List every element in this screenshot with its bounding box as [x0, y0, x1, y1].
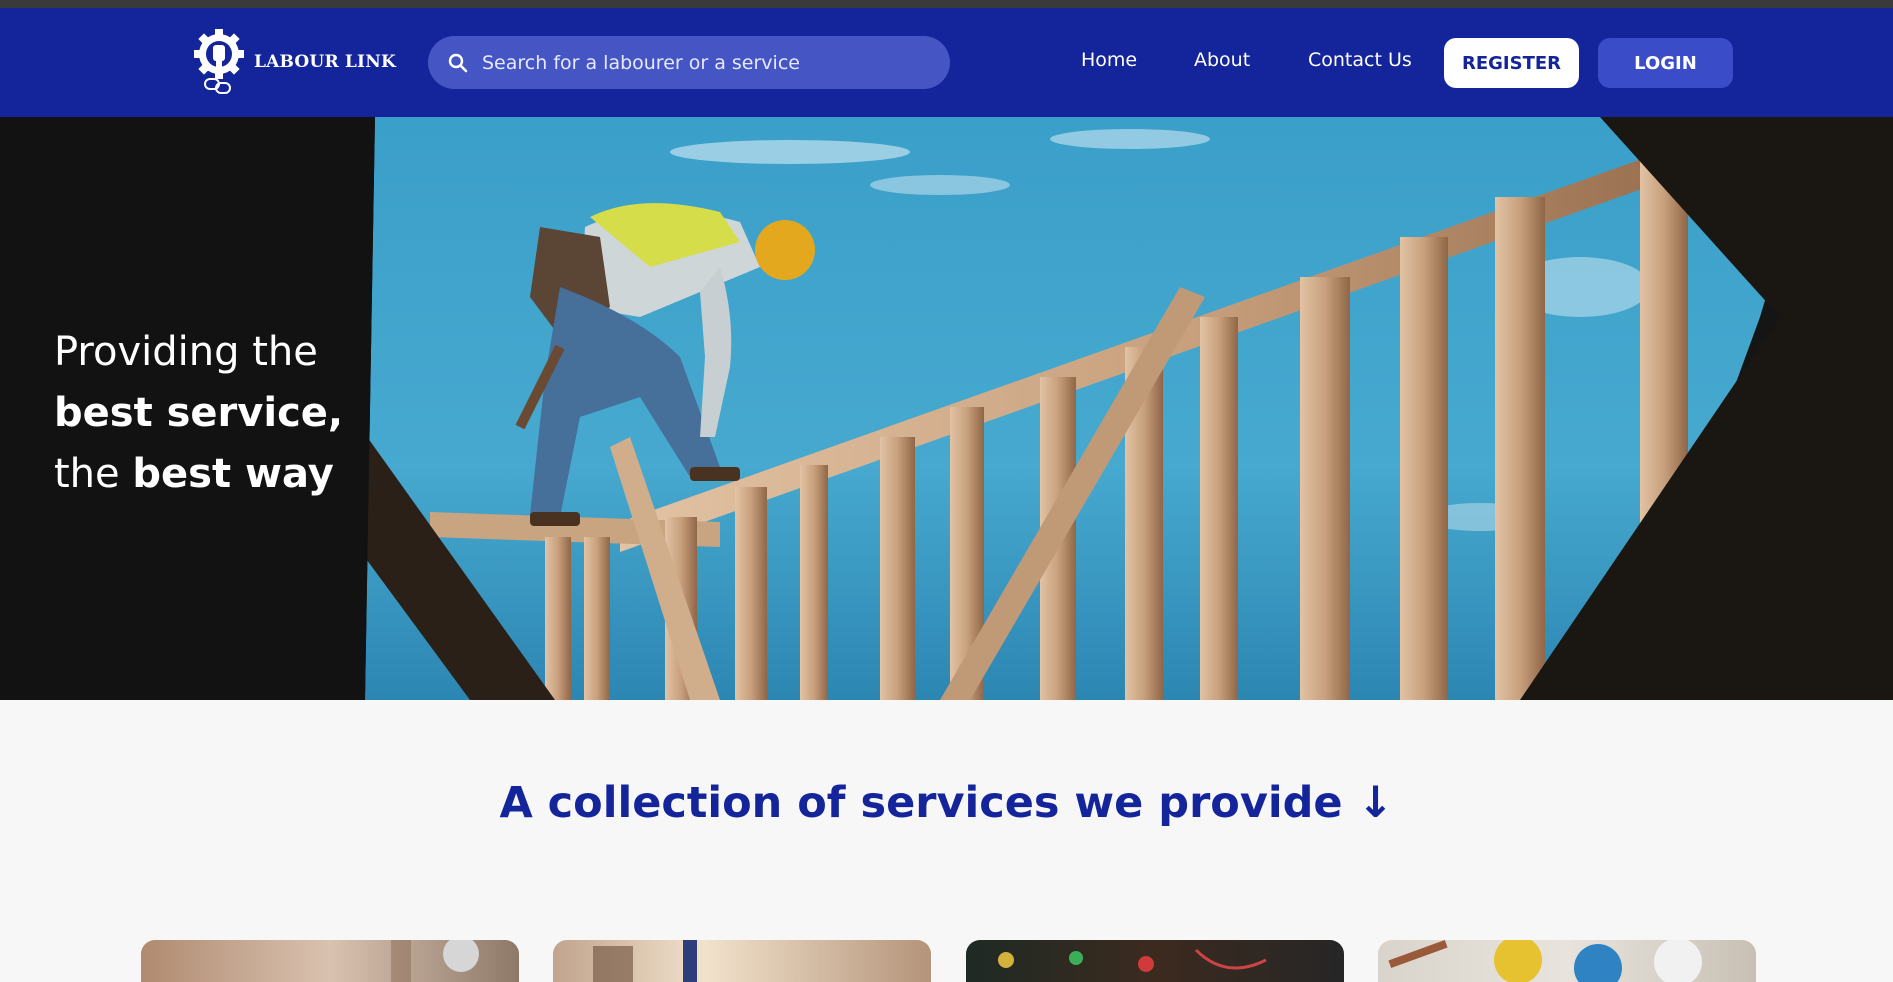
- service-card-electrician[interactable]: [141, 940, 519, 982]
- service-card-painter[interactable]: [1378, 940, 1756, 982]
- search-icon: [446, 51, 470, 75]
- hero-line-3-bold: best way: [132, 451, 334, 497]
- hero-line-1: Providing the: [54, 329, 318, 375]
- navbar: LABOUR LINK Home About Contact Us REGIST…: [0, 8, 1893, 117]
- hero-banner: Providing the best service, the best way: [0, 117, 1893, 700]
- login-button[interactable]: LOGIN: [1598, 38, 1733, 88]
- hero-tagline: Providing the best service, the best way: [54, 322, 343, 505]
- nav-home-link[interactable]: Home: [1081, 49, 1137, 71]
- search-bar[interactable]: [428, 36, 950, 89]
- browser-top-strip: [0, 0, 1893, 8]
- service-card-carpenter[interactable]: [553, 940, 931, 982]
- brand-logo[interactable]: LABOUR LINK: [192, 24, 396, 100]
- services-heading: A collection of services we provide ↓: [499, 778, 1394, 828]
- nav-contact-link[interactable]: Contact Us: [1308, 49, 1412, 71]
- search-input[interactable]: [482, 51, 922, 74]
- hero-line-2: best service,: [54, 390, 344, 436]
- nav-about-link[interactable]: About: [1194, 49, 1250, 71]
- service-card-electronics-repair[interactable]: [966, 940, 1344, 982]
- gear-fist-icon: [194, 29, 244, 94]
- service-cards: [0, 940, 1893, 982]
- brand-name: LABOUR LINK: [254, 52, 396, 72]
- hero-line-3-prefix: the: [54, 451, 120, 497]
- register-button[interactable]: REGISTER: [1444, 38, 1579, 88]
